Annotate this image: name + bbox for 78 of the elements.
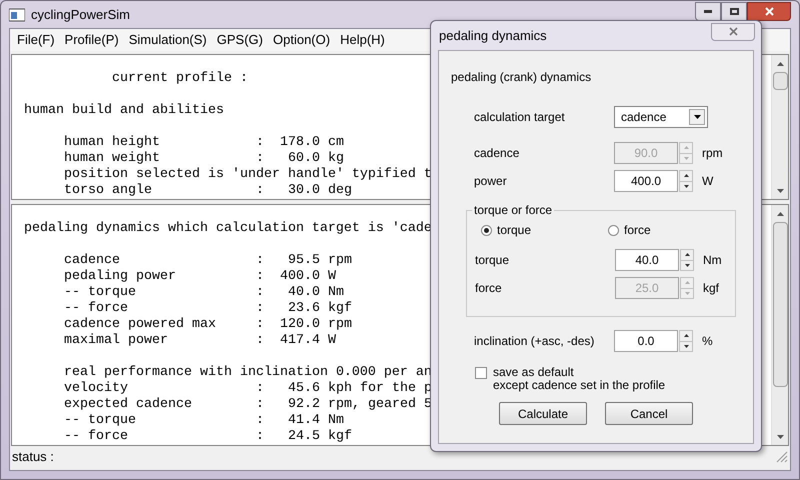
- item-value: : 95.5 rpm: [256, 253, 352, 269]
- radio-option[interactable]: torque: [481, 221, 608, 239]
- section-heading: human build and abilities: [24, 103, 224, 118]
- item-value: : 60.0 kg: [256, 151, 344, 167]
- dialog-button[interactable]: Cancel: [605, 402, 693, 425]
- item-label: -- torque: [64, 285, 137, 301]
- maximize-button[interactable]: [721, 2, 747, 21]
- resize-grip-icon[interactable]: [776, 451, 788, 463]
- item-value: : 24.5 kgf: [256, 429, 352, 445]
- close-button[interactable]: [747, 2, 791, 21]
- field-label: power: [474, 173, 508, 190]
- item-label: human height: [64, 135, 161, 151]
- section-title: current profile :: [112, 71, 248, 86]
- status-text: status :: [12, 448, 54, 466]
- checkbox[interactable]: [475, 367, 487, 379]
- checkbox-label: save as default: [493, 366, 575, 379]
- checkbox-label: except cadence set in the profile: [493, 379, 666, 392]
- item-label: cadence: [64, 253, 121, 269]
- item-value: : 30.0 deg: [256, 183, 352, 199]
- field-label: force: [475, 280, 503, 297]
- app-icon: [9, 8, 25, 22]
- scroll-thumb[interactable]: [772, 222, 788, 387]
- unit-label: %: [702, 333, 713, 350]
- item-label: human weight: [64, 151, 161, 167]
- item-label: pedaling power: [64, 269, 177, 285]
- dialog-button[interactable]: Calculate: [499, 402, 587, 425]
- dropdown-arrow-icon: [694, 115, 700, 119]
- menu-item[interactable]: GPS(G): [212, 30, 268, 50]
- item-label: expected cadence: [64, 397, 193, 413]
- item-value: : 40.0 Nm: [256, 285, 344, 301]
- field-label: inclination (+asc, -des): [474, 333, 596, 350]
- menu-item[interactable]: Simulation(S): [124, 30, 212, 50]
- radio-option[interactable]: force: [608, 221, 735, 239]
- scrollbar[interactable]: [771, 55, 788, 199]
- spinner[interactable]: [680, 249, 694, 271]
- scroll-thumb[interactable]: [772, 72, 788, 90]
- number-field[interactable]: 400.0: [614, 170, 678, 192]
- radio-icon[interactable]: [608, 224, 619, 236]
- menu-item[interactable]: Option(O): [268, 30, 336, 50]
- item-label: -- torque: [64, 413, 137, 429]
- number-field[interactable]: 40.0: [615, 249, 679, 271]
- item-value: : 120.0 rpm: [256, 317, 352, 333]
- unit-label: W: [702, 173, 714, 190]
- group-title: torque or force: [472, 203, 554, 217]
- item-value: : 417.4 W: [256, 333, 336, 349]
- item-value: : 23.6 kgf: [256, 301, 352, 317]
- item-label: -- force: [64, 301, 129, 317]
- minimize-button[interactable]: [695, 2, 721, 21]
- dialog-heading: pedaling (crank) dynamics: [451, 69, 592, 85]
- item-value: : 178.0 cm: [256, 135, 344, 151]
- item-label: cadence powered max: [64, 317, 217, 333]
- unit-label: rpm: [702, 145, 723, 162]
- field-label: calculation target: [474, 109, 566, 126]
- window-title: cyclingPowerSim: [31, 6, 130, 24]
- item-label: torso angle: [64, 183, 153, 199]
- target-dropdown[interactable]: cadence: [614, 106, 708, 128]
- field-label: cadence: [474, 145, 520, 162]
- scrollbar[interactable]: [771, 205, 788, 445]
- item-label: -- force: [64, 429, 129, 445]
- close-icon: [764, 7, 774, 16]
- text-line: position selected is 'under handle' typified t: [64, 167, 432, 182]
- dialog-title: pedaling dynamics: [439, 26, 547, 45]
- section-heading: pedaling dynamics which calculation target is 'cade: [24, 221, 432, 236]
- unit-label: Nm: [703, 252, 722, 269]
- close-icon: [728, 27, 738, 36]
- menu-item[interactable]: File(F): [12, 30, 60, 50]
- menu-item[interactable]: Profile(P): [60, 30, 124, 50]
- unit-label: kgf: [703, 280, 720, 297]
- item-label: maximal power: [64, 333, 169, 349]
- item-value: : 41.4 Nm: [256, 413, 344, 429]
- item-label: velocity: [64, 381, 129, 397]
- radio-icon[interactable]: [481, 224, 492, 236]
- spinner[interactable]: [679, 330, 693, 352]
- menu-item[interactable]: Help(H): [335, 30, 390, 50]
- item-value: : 400.0 W: [256, 269, 336, 285]
- field-label: torque: [475, 252, 510, 269]
- number-field[interactable]: 0.0: [614, 330, 678, 352]
- spinner[interactable]: [679, 170, 693, 192]
